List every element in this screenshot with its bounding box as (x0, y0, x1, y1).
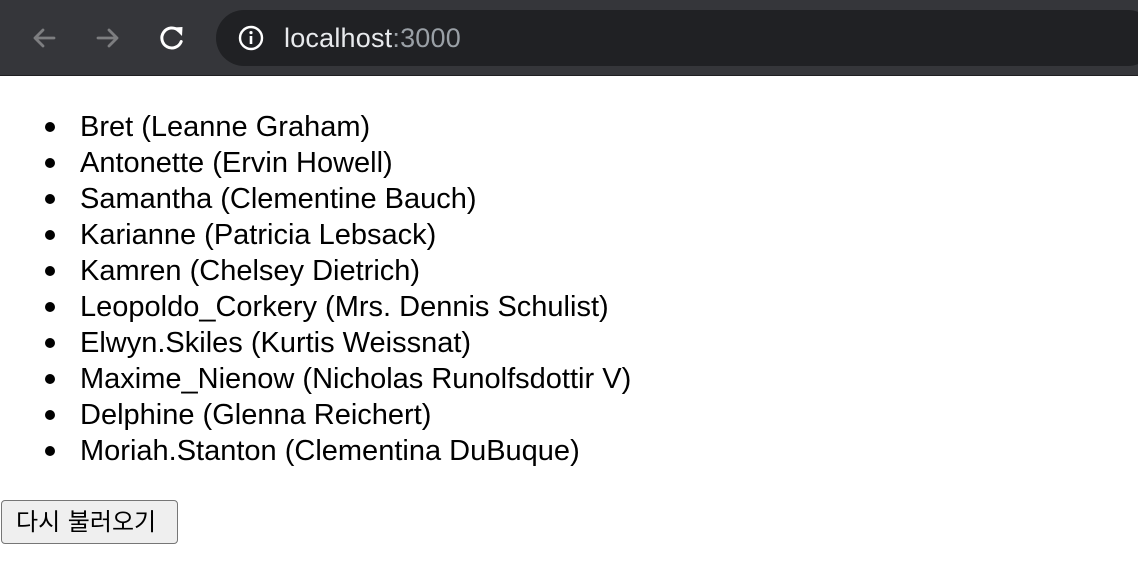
bullet-icon (45, 410, 55, 420)
username: Elwyn.Skiles (80, 327, 243, 359)
list-item: Samantha (Clementine Bauch) (0, 181, 631, 217)
bullet-icon (45, 446, 55, 456)
arrow-right-icon (92, 22, 124, 54)
list-item: Bret (Leanne Graham) (0, 109, 631, 145)
forward-button[interactable] (88, 18, 128, 58)
url-port: :3000 (392, 23, 461, 53)
address-bar[interactable]: localhost:3000 (216, 10, 1138, 66)
username: Bret (80, 111, 134, 143)
username: Antonette (80, 147, 205, 179)
list-item: Antonette (Ervin Howell) (0, 145, 631, 181)
bullet-icon (45, 230, 55, 240)
full-name: Clementina DuBuque (294, 435, 571, 467)
list-item: Karianne (Patricia Lebsack) (0, 217, 631, 253)
bullet-icon (45, 374, 55, 384)
page-content: Bret (Leanne Graham) Antonette (Ervin How… (0, 76, 1138, 578)
bullet-icon (45, 266, 55, 276)
full-name: Patricia Lebsack (213, 219, 427, 251)
list-item: Kamren (Chelsey Dietrich) (0, 253, 631, 289)
browser-toolbar: localhost:3000 (0, 0, 1138, 76)
full-name: Leanne Graham (150, 111, 361, 143)
full-name: Mrs. Dennis Schulist (334, 291, 600, 323)
full-name: Ervin Howell (221, 147, 384, 179)
username: Delphine (80, 399, 195, 431)
info-icon[interactable] (238, 25, 264, 51)
bullet-icon (45, 302, 55, 312)
full-name: Chelsey Dietrich (199, 255, 411, 287)
full-name: Nicholas Runolfsdottir V (312, 363, 622, 395)
username: Karianne (80, 219, 197, 251)
bullet-icon (45, 338, 55, 348)
url-text: localhost:3000 (284, 24, 461, 52)
list-item: Delphine (Glenna Reichert) (0, 397, 631, 433)
back-button[interactable] (24, 18, 64, 58)
reload-data-button[interactable]: 다시 불러오기 (1, 500, 178, 544)
username: Maxime_Nienow (80, 363, 295, 395)
list-item: Maxime_Nienow (Nicholas Runolfsdottir V) (0, 361, 631, 397)
full-name: Clementine Bauch (229, 183, 467, 215)
url-host: localhost (284, 23, 393, 53)
list-item: Leopoldo_Corkery (Mrs. Dennis Schulist) (0, 289, 631, 325)
reload-page-button[interactable] (152, 18, 192, 58)
reload-icon (156, 22, 188, 54)
arrow-left-icon (28, 22, 60, 54)
full-name: Kurtis Weissnat (260, 327, 462, 359)
bullet-icon (45, 122, 55, 132)
user-list: Bret (Leanne Graham) Antonette (Ervin How… (0, 109, 631, 469)
username: Kamren (80, 255, 182, 287)
username: Moriah.Stanton (80, 435, 277, 467)
full-name: Glenna Reichert (212, 399, 422, 431)
list-item: Elwyn.Skiles (Kurtis Weissnat) (0, 325, 631, 361)
bullet-icon (45, 158, 55, 168)
bullet-icon (45, 194, 55, 204)
username: Samantha (80, 183, 213, 215)
list-item: Moriah.Stanton (Clementina DuBuque) (0, 433, 631, 469)
username: Leopoldo_Corkery (80, 291, 317, 323)
